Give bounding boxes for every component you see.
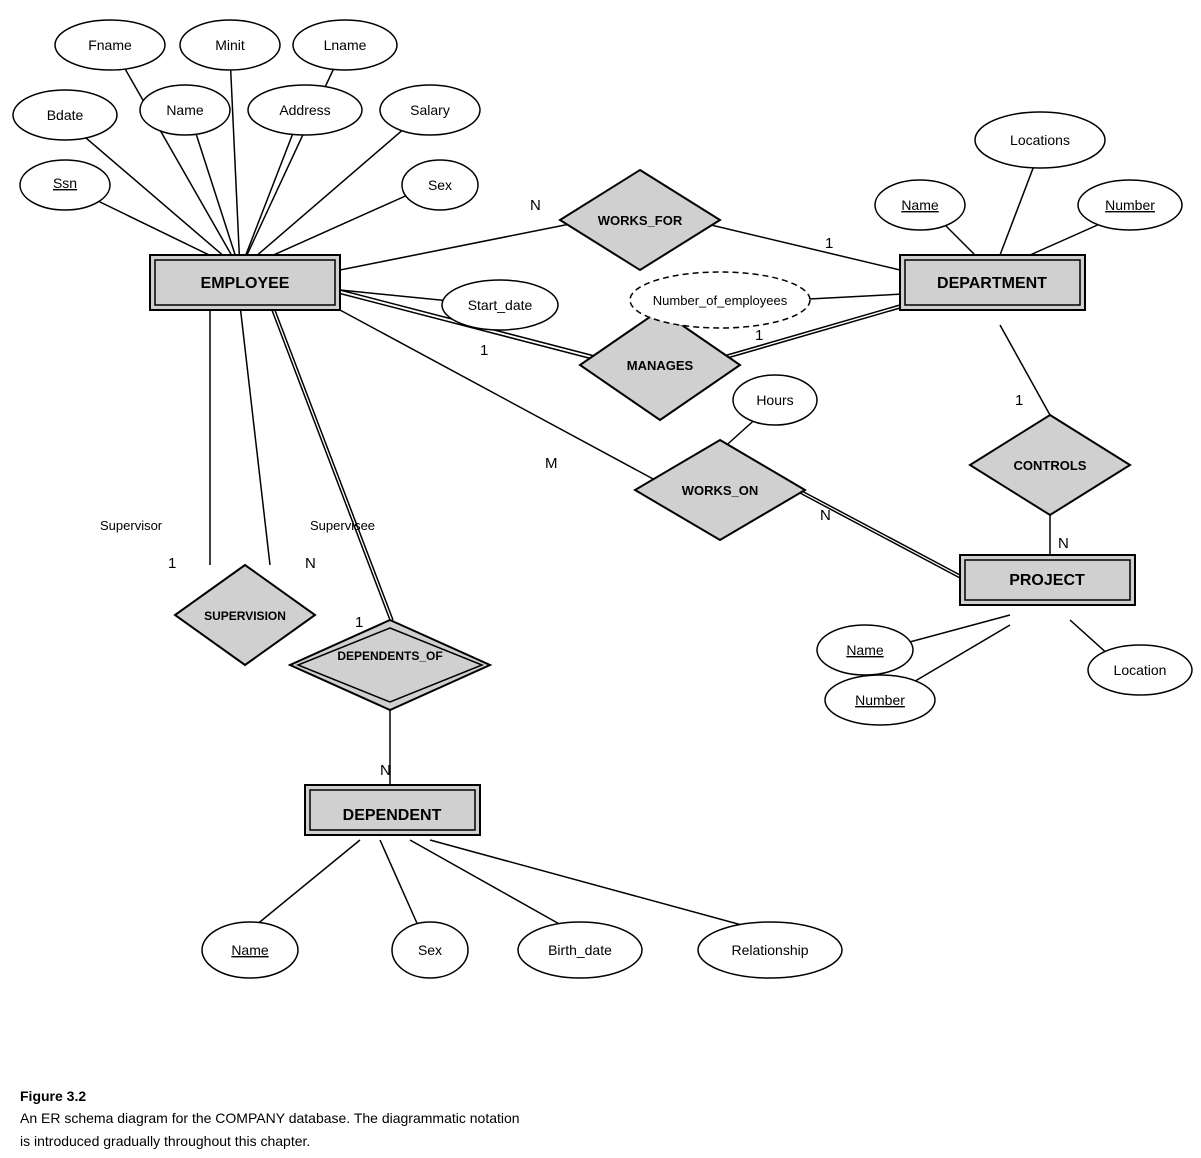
svg-text:Name: Name [166, 102, 204, 118]
figure-caption: Figure 3.2 An ER schema diagram for the … [20, 1085, 520, 1152]
svg-text:1: 1 [480, 342, 488, 359]
svg-text:1: 1 [1015, 392, 1023, 409]
caption-line1: An ER schema diagram for the COMPANY dat… [20, 1107, 520, 1129]
svg-text:Start_date: Start_date [468, 297, 533, 313]
svg-text:SUPERVISION: SUPERVISION [204, 609, 286, 623]
svg-text:1: 1 [755, 327, 763, 344]
svg-text:Number: Number [1105, 197, 1155, 213]
svg-text:Name: Name [846, 642, 884, 658]
svg-text:Salary: Salary [410, 102, 450, 118]
svg-text:Supervisor: Supervisor [100, 518, 163, 533]
svg-text:Number: Number [855, 692, 905, 708]
svg-text:DEPENDENTS_OF: DEPENDENTS_OF [337, 649, 442, 663]
svg-text:1: 1 [355, 614, 363, 631]
svg-text:1: 1 [168, 555, 176, 572]
svg-text:Birth_date: Birth_date [548, 942, 612, 958]
svg-text:MANAGES: MANAGES [627, 358, 694, 373]
svg-text:EMPLOYEE: EMPLOYEE [201, 275, 290, 292]
svg-text:Name: Name [901, 197, 939, 213]
svg-text:Sex: Sex [418, 942, 442, 958]
svg-text:M: M [545, 455, 558, 472]
svg-text:N: N [1058, 535, 1069, 552]
svg-text:Hours: Hours [756, 392, 793, 408]
svg-text:Bdate: Bdate [47, 107, 84, 123]
svg-text:Name: Name [231, 942, 269, 958]
svg-text:Location: Location [1114, 662, 1167, 678]
svg-text:Ssn: Ssn [53, 175, 77, 191]
svg-text:WORKS_FOR: WORKS_FOR [598, 213, 683, 228]
svg-text:N: N [530, 197, 541, 214]
svg-text:Lname: Lname [324, 37, 367, 53]
svg-text:1: 1 [825, 235, 833, 252]
svg-text:N: N [380, 762, 391, 779]
svg-text:N: N [305, 555, 316, 572]
figure-title: Figure 3.2 [20, 1085, 520, 1107]
svg-text:Sex: Sex [428, 177, 452, 193]
svg-text:Supervisee: Supervisee [310, 518, 375, 533]
svg-text:DEPENDENT: DEPENDENT [343, 807, 442, 824]
caption-line2: is introduced gradually throughout this … [20, 1130, 520, 1152]
svg-text:N: N [820, 507, 831, 524]
svg-text:CONTROLS: CONTROLS [1014, 458, 1087, 473]
svg-text:WORKS_ON: WORKS_ON [682, 483, 759, 498]
svg-text:Relationship: Relationship [731, 942, 808, 958]
svg-text:Fname: Fname [88, 37, 132, 53]
svg-text:PROJECT: PROJECT [1009, 572, 1085, 589]
svg-text:Minit: Minit [215, 37, 245, 53]
svg-text:DEPARTMENT: DEPARTMENT [937, 275, 1047, 292]
svg-text:Locations: Locations [1010, 132, 1070, 148]
svg-text:Number_of_employees: Number_of_employees [653, 293, 788, 308]
svg-text:Address: Address [279, 102, 330, 118]
